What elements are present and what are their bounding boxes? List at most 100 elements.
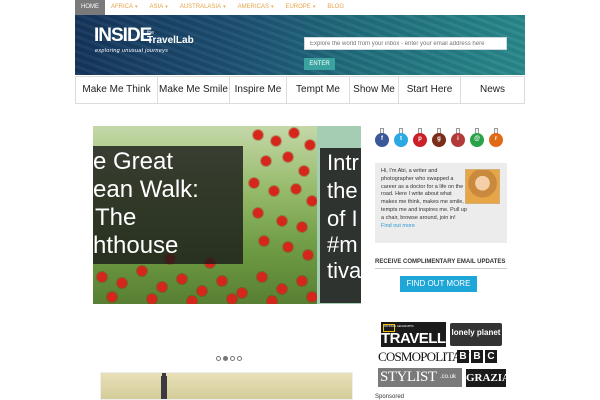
main-nav-item[interactable]: News bbox=[461, 77, 524, 103]
traveller-text: TRAVELLER bbox=[381, 330, 446, 347]
flask-glyph: f bbox=[381, 136, 383, 142]
slider-dot[interactable] bbox=[230, 356, 235, 361]
region-nav-label: EUROPE bbox=[285, 4, 311, 10]
press-logos: NATIONAL GEOGRAPHIC TRAVELLER lonely pla… bbox=[378, 322, 508, 390]
poppy-flower bbox=[259, 236, 269, 246]
main-nav-item[interactable]: Start Here bbox=[399, 77, 461, 103]
find-out-more-link[interactable]: Find out more bbox=[381, 223, 415, 229]
chevron-down-icon: ▾ bbox=[312, 4, 316, 10]
poppy-flower bbox=[277, 216, 287, 226]
instagram-icon[interactable]: i bbox=[451, 128, 465, 148]
slider-dot[interactable] bbox=[223, 356, 228, 361]
bbc-letter: B bbox=[471, 350, 483, 363]
main-nav-item[interactable]: Tempt Me bbox=[287, 77, 350, 103]
author-bio: Hi, I'm Abi, a writer and photographer w… bbox=[375, 163, 507, 243]
poppy-flower bbox=[271, 136, 281, 146]
stylist-text: STYLIST bbox=[380, 369, 437, 385]
region-nav-item[interactable]: EUROPE ▾ bbox=[279, 0, 321, 15]
poppy-flower bbox=[269, 186, 279, 196]
flask-glyph: t bbox=[400, 136, 402, 142]
find-out-more-button[interactable]: FIND OUT MORE bbox=[400, 276, 477, 292]
logo-tagline: exploring unusual journeys bbox=[95, 48, 169, 54]
region-nav-label: AFRICA bbox=[111, 4, 134, 10]
main-nav-item[interactable]: Inspire Me bbox=[230, 77, 287, 103]
slide-image-poppy-field[interactable]: e Great ean Walk: The hthouse bbox=[93, 126, 317, 304]
page: HOME AFRICA ▾ ASIA ▾ AUSTRALASIA ▾ AMERICAS ▾ EUR… bbox=[0, 0, 600, 400]
region-nav-item[interactable]: ASIA ▾ bbox=[144, 0, 174, 15]
poppy-flower bbox=[147, 294, 157, 304]
flask-glyph: r bbox=[494, 136, 498, 142]
poppy-flower bbox=[299, 166, 309, 176]
grazia-logo: GRAZIA bbox=[466, 369, 506, 387]
main-nav-item[interactable]: Show Me bbox=[350, 77, 399, 103]
slider-dot[interactable] bbox=[216, 356, 221, 361]
site-logo[interactable]: INSIDE the TravelLab exploring unusual j… bbox=[94, 25, 194, 54]
poppy-flower bbox=[97, 272, 107, 282]
slide-next-caption-line: the bbox=[327, 178, 358, 203]
bio-text: Hi, I'm Abi, a writer and photographer w… bbox=[381, 168, 467, 230]
poppy-flower bbox=[197, 286, 207, 296]
slide-next-caption-line: #m bbox=[327, 232, 358, 257]
email-signup-input[interactable] bbox=[304, 37, 507, 50]
region-nav-label: AUSTRALASIA bbox=[179, 4, 222, 10]
bbc-letter: B bbox=[457, 350, 469, 363]
region-nav: HOME AFRICA ▾ ASIA ▾ AUSTRALASIA ▾ AMERICAS ▾ EUR… bbox=[75, 0, 350, 15]
main-nav-item[interactable]: Make Me Smile bbox=[158, 77, 230, 103]
chevron-down-icon: ▾ bbox=[165, 4, 168, 10]
twitter-icon[interactable]: t bbox=[394, 128, 408, 148]
poppy-flower bbox=[291, 184, 301, 194]
post-thumbnail[interactable] bbox=[100, 372, 353, 400]
region-nav-label: ASIA bbox=[149, 4, 164, 10]
main-nav-item[interactable]: Make Me Think bbox=[76, 77, 158, 103]
top-bar: HOME AFRICA ▾ ASIA ▾ AUSTRALASIA ▾ AMERICAS ▾ EUR… bbox=[0, 0, 600, 15]
main-nav: Make Me Think Make Me Smile Inspire Me Temp… bbox=[75, 76, 525, 104]
slider-dot[interactable] bbox=[237, 356, 242, 361]
logo-travellab-text: TravelLab bbox=[147, 35, 194, 46]
slide-caption-line: The bbox=[95, 204, 137, 231]
stylist-logo: STYLIST .co.uk bbox=[378, 368, 462, 387]
poppy-flower bbox=[277, 284, 287, 294]
spire-silhouette bbox=[161, 376, 167, 399]
poppy-flower bbox=[253, 130, 263, 140]
region-nav-label: AMERICAS bbox=[237, 4, 269, 10]
flask-glyph: g bbox=[437, 136, 441, 142]
rss-icon[interactable]: r bbox=[489, 128, 503, 148]
social-icons: f t p g i @ r bbox=[375, 128, 503, 148]
slide-next-caption-line: of I bbox=[327, 206, 358, 231]
cosmopolitan-logo: COSMOPOLITAN bbox=[378, 349, 470, 364]
chevron-down-icon: ▾ bbox=[270, 4, 274, 10]
poppy-flower bbox=[177, 274, 187, 284]
poppy-flower bbox=[237, 288, 247, 298]
poppy-flower bbox=[267, 296, 277, 304]
slide-next-caption-line: Intr bbox=[327, 150, 359, 175]
poppy-flower bbox=[297, 276, 307, 286]
flask-glyph: @ bbox=[474, 136, 480, 142]
bbc-logo: B B C bbox=[457, 350, 497, 363]
region-nav-item[interactable]: AUSTRALASIA ▾ bbox=[174, 0, 232, 15]
stylist-suffix: .co.uk bbox=[440, 374, 457, 380]
site-header: INSIDE the TravelLab exploring unusual j… bbox=[75, 15, 525, 75]
poppy-flower bbox=[117, 278, 127, 288]
region-nav-item[interactable]: BLOG bbox=[321, 0, 350, 15]
region-nav-label: HOME bbox=[81, 4, 99, 10]
traveller-logo: NATIONAL GEOGRAPHIC TRAVELLER bbox=[381, 322, 446, 347]
poppy-flower bbox=[187, 296, 197, 304]
slide-caption-line: ean Walk: bbox=[93, 176, 199, 203]
region-nav-item[interactable]: AFRICA ▾ bbox=[105, 0, 144, 15]
poppy-flower bbox=[305, 140, 315, 150]
enter-button[interactable]: ENTER bbox=[304, 58, 335, 70]
pinterest-icon[interactable]: p bbox=[413, 128, 427, 148]
poppy-flower bbox=[307, 196, 317, 206]
email-icon[interactable]: @ bbox=[470, 128, 484, 148]
poppy-flower bbox=[249, 178, 259, 188]
region-nav-item[interactable]: HOME bbox=[75, 0, 105, 15]
google-plus-icon[interactable]: g bbox=[432, 128, 446, 148]
poppy-flower bbox=[217, 276, 227, 286]
featured-slider[interactable]: e Great ean Walk: The hthouse Intr the o… bbox=[93, 126, 361, 304]
chevron-down-icon: ▾ bbox=[135, 4, 138, 10]
region-nav-item[interactable]: AMERICAS ▾ bbox=[232, 0, 280, 15]
chevron-down-icon: ▾ bbox=[223, 4, 226, 10]
poppy-flower bbox=[157, 282, 167, 292]
facebook-icon[interactable]: f bbox=[375, 128, 389, 148]
poppy-flower bbox=[137, 266, 147, 276]
